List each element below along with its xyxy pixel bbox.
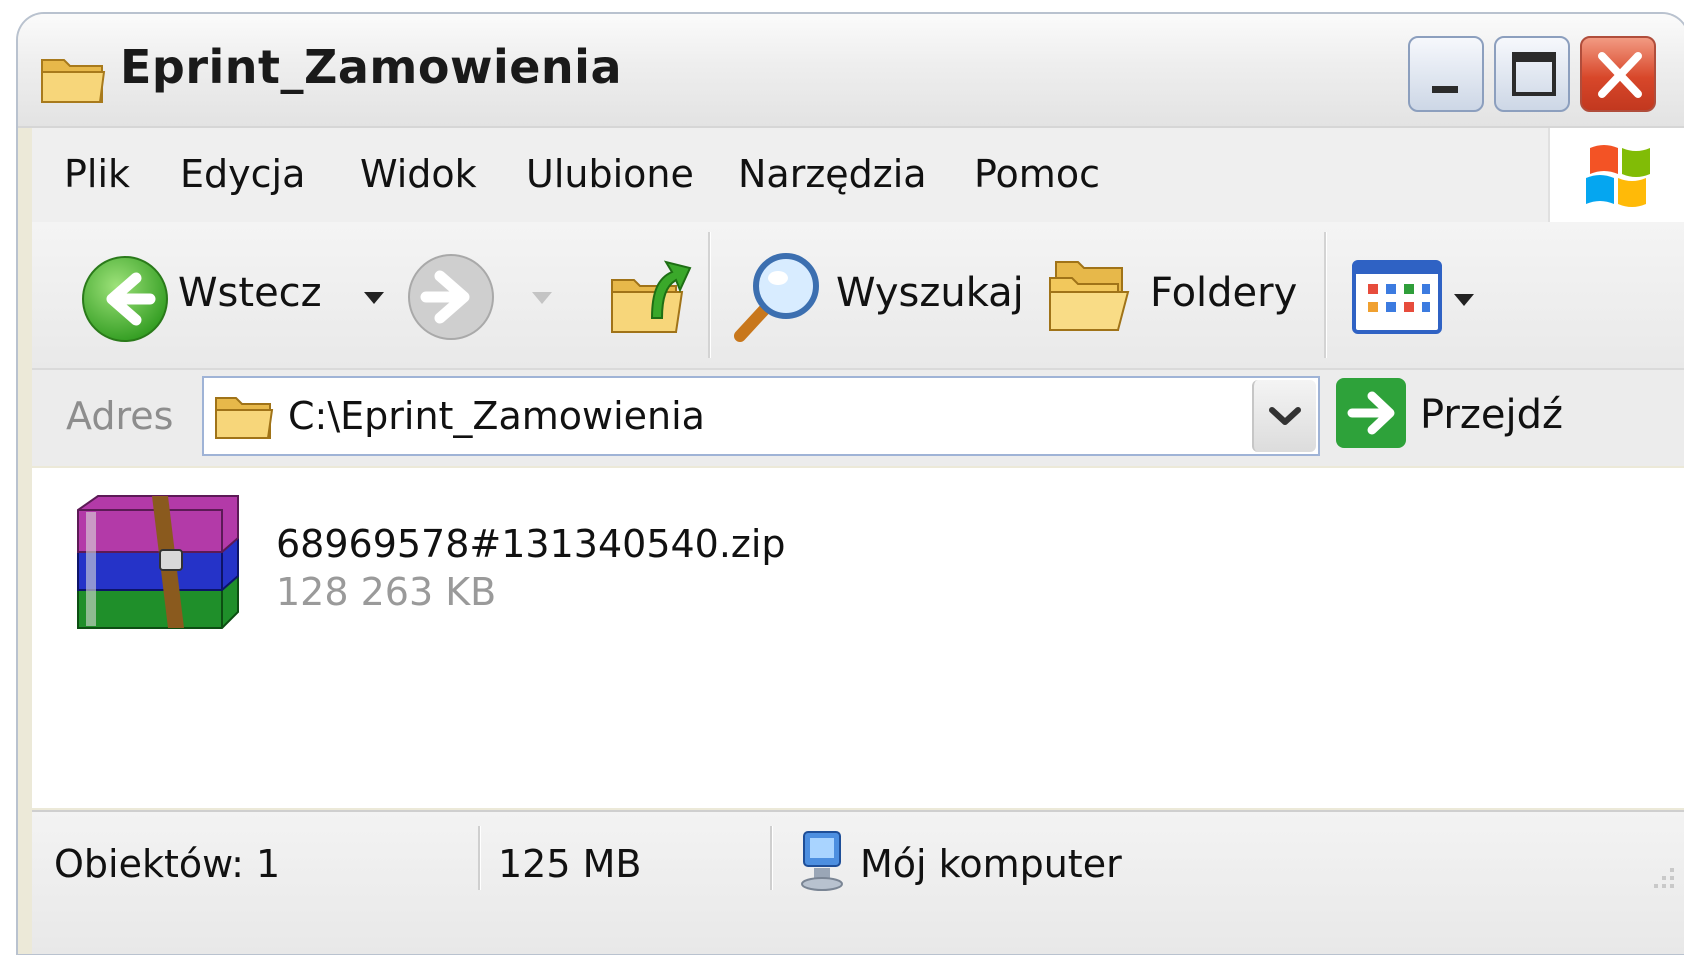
views-icon [1352, 260, 1442, 334]
status-bar: Obiektów: 1 125 MB Mój komputer [32, 810, 1684, 954]
maximize-icon [1512, 52, 1556, 96]
chevron-down-icon [1269, 407, 1301, 425]
folder-icon [215, 397, 274, 439]
winrar-archive-icon [77, 495, 239, 629]
resize-grip-icon[interactable] [1640, 862, 1680, 902]
go-label: Przejdź [1420, 392, 1563, 438]
menu-tools[interactable]: Narzędzia [738, 152, 927, 196]
title-bar[interactable]: Eprint_Zamowienia [18, 14, 1684, 128]
minimize-icon [1432, 86, 1458, 93]
status-object-count: Obiektów: 1 [54, 842, 281, 886]
status-size: 125 MB [498, 842, 642, 886]
my-computer-icon [801, 831, 843, 891]
search-icon [734, 253, 819, 342]
address-path: C:\Eprint_Zamowienia [288, 394, 705, 438]
back-dropdown-icon[interactable] [362, 288, 386, 308]
status-separator [770, 826, 773, 890]
folders-button[interactable]: Foldery [1046, 252, 1306, 348]
status-separator [478, 826, 481, 890]
folders-icon [1049, 261, 1130, 331]
folder-up-icon [611, 260, 692, 333]
menu-help[interactable]: Pomoc [974, 152, 1100, 196]
menu-bar: Plik Edycja Widok Ulubione Narzędzia Pom… [32, 128, 1552, 224]
close-button[interactable] [1580, 36, 1656, 112]
folder-icon [38, 50, 108, 110]
menu-view[interactable]: Widok [360, 152, 477, 196]
search-button[interactable]: Wyszukaj [730, 248, 1030, 348]
address-dropdown-button[interactable] [1252, 380, 1316, 452]
toolbar-separator [1324, 232, 1327, 358]
address-bar: Adres C:\Eprint_Zamowienia Przejdź [32, 370, 1684, 466]
explorer-window: Eprint_Zamowienia Plik Edycja Widok Ulub… [18, 14, 1684, 954]
file-size: 128 263 KB [276, 570, 497, 614]
address-field[interactable]: C:\Eprint_Zamowienia [202, 376, 1320, 456]
file-list: 68969578#131340540.zip 128 263 KB [32, 468, 1684, 808]
status-location: Mój komputer [860, 842, 1122, 886]
up-folder-button[interactable] [606, 246, 696, 342]
go-button[interactable]: Przejdź [1334, 376, 1584, 456]
menu-favorites[interactable]: Ulubione [526, 152, 694, 196]
views-dropdown-icon [1454, 294, 1474, 306]
folders-label: Foldery [1150, 270, 1298, 316]
file-name: 68969578#131340540.zip [276, 522, 786, 566]
search-label: Wyszukaj [836, 270, 1024, 316]
forward-arrow-icon [408, 254, 494, 340]
toolbar: Wstecz Wyszukaj Foldery [32, 222, 1684, 370]
forward-dropdown-icon [532, 292, 552, 304]
window-title: Eprint_Zamowienia [120, 40, 622, 94]
views-button[interactable] [1352, 260, 1492, 340]
back-arrow-icon [82, 256, 168, 342]
maximize-button[interactable] [1494, 36, 1570, 112]
back-button[interactable]: Wstecz [62, 244, 402, 344]
menu-file[interactable]: Plik [64, 152, 130, 196]
address-label: Adres [66, 394, 174, 438]
toolbar-separator [708, 232, 711, 358]
go-arrow-icon [1336, 378, 1406, 448]
forward-button[interactable] [406, 252, 566, 342]
menu-edit[interactable]: Edycja [180, 152, 305, 196]
back-label: Wstecz [178, 270, 322, 316]
list-item[interactable]: 68969578#131340540.zip 128 263 KB [52, 488, 786, 629]
windows-logo [1548, 128, 1684, 222]
close-icon [1598, 52, 1642, 98]
minimize-button[interactable] [1408, 36, 1484, 112]
windows-flag-icon [1586, 145, 1650, 207]
